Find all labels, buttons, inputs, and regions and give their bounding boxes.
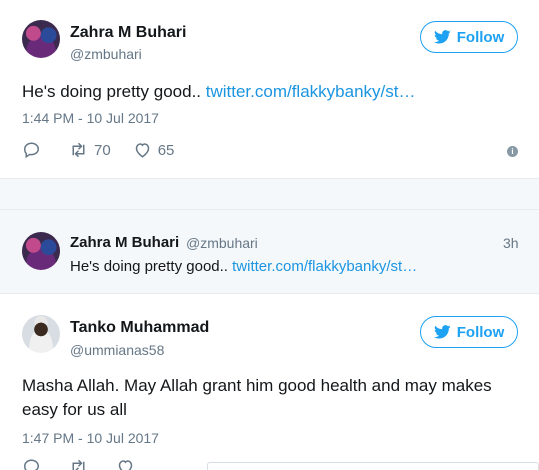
tweet-text-line: Masha Allah. May Allah grant him good he… [22,376,492,395]
overlay-card [207,462,539,470]
follow-label: Follow [456,323,505,341]
reply-icon [23,459,40,470]
info-icon[interactable]: i [507,146,518,157]
retweet-button[interactable] [69,458,94,470]
tweet-card: Zahra M Buhari @zmbuhari Follow He's doi… [0,0,539,178]
follow-button[interactable]: Follow [420,316,518,348]
follow-button[interactable]: Follow [420,21,518,53]
twitter-bird-icon [433,30,451,44]
retweet-count: 70 [94,141,111,159]
twitter-bird-icon [433,325,451,339]
avatar[interactable] [22,315,60,353]
tweet-link[interactable]: twitter.com/flakkybanky/st… [206,82,416,101]
retweet-button[interactable]: 70 [69,141,111,159]
avatar[interactable] [22,20,60,58]
separator [0,178,539,210]
follow-label: Follow [456,28,505,46]
tweet-card: Tanko Muhammad @ummianas58 Follow Masha … [0,295,539,470]
author-handle[interactable]: @zmbuhari [70,46,142,62]
heart-icon [135,143,149,158]
quoted-author-name[interactable]: Zahra M Buhari [70,234,179,251]
quoted-text: He's doing pretty good.. twitter.com/fla… [70,258,417,275]
like-count: 65 [157,141,175,159]
quoted-tweet[interactable]: Zahra M Buhari @zmbuhari 3h He's doing p… [0,210,539,294]
timestamp[interactable]: 1:44 PM - 10 Jul 2017 [22,110,159,126]
reply-icon [23,142,40,159]
quoted-author-handle[interactable]: @zmbuhari [186,235,258,251]
quoted-link[interactable]: twitter.com/flakkybanky/st… [232,258,417,275]
tweet-actions: 70 65 [22,141,196,159]
author-name[interactable]: Tanko Muhammad [70,319,209,337]
tweet-text-line: easy for us all [22,400,127,419]
heart-icon [118,460,133,470]
timestamp[interactable]: 1:47 PM - 10 Jul 2017 [22,430,159,446]
quoted-time[interactable]: 3h [503,235,519,251]
reply-button[interactable] [22,141,47,159]
avatar[interactable] [22,232,60,270]
tweet-text-content: He's doing pretty good.. [22,82,206,101]
tweet-text: He's doing pretty good.. twitter.com/fla… [22,80,415,104]
author-name[interactable]: Zahra M Buhari [70,24,186,42]
retweet-icon [72,142,85,158]
quoted-text-content: He's doing pretty good.. [70,258,233,275]
like-button[interactable] [116,458,141,470]
tweet-text: Masha Allah. May Allah grant him good he… [22,374,492,422]
author-handle[interactable]: @ummianas58 [70,342,164,358]
retweet-icon [72,459,85,470]
reply-button[interactable] [22,458,47,470]
tweet-actions [22,458,163,470]
like-button[interactable]: 65 [133,141,175,159]
